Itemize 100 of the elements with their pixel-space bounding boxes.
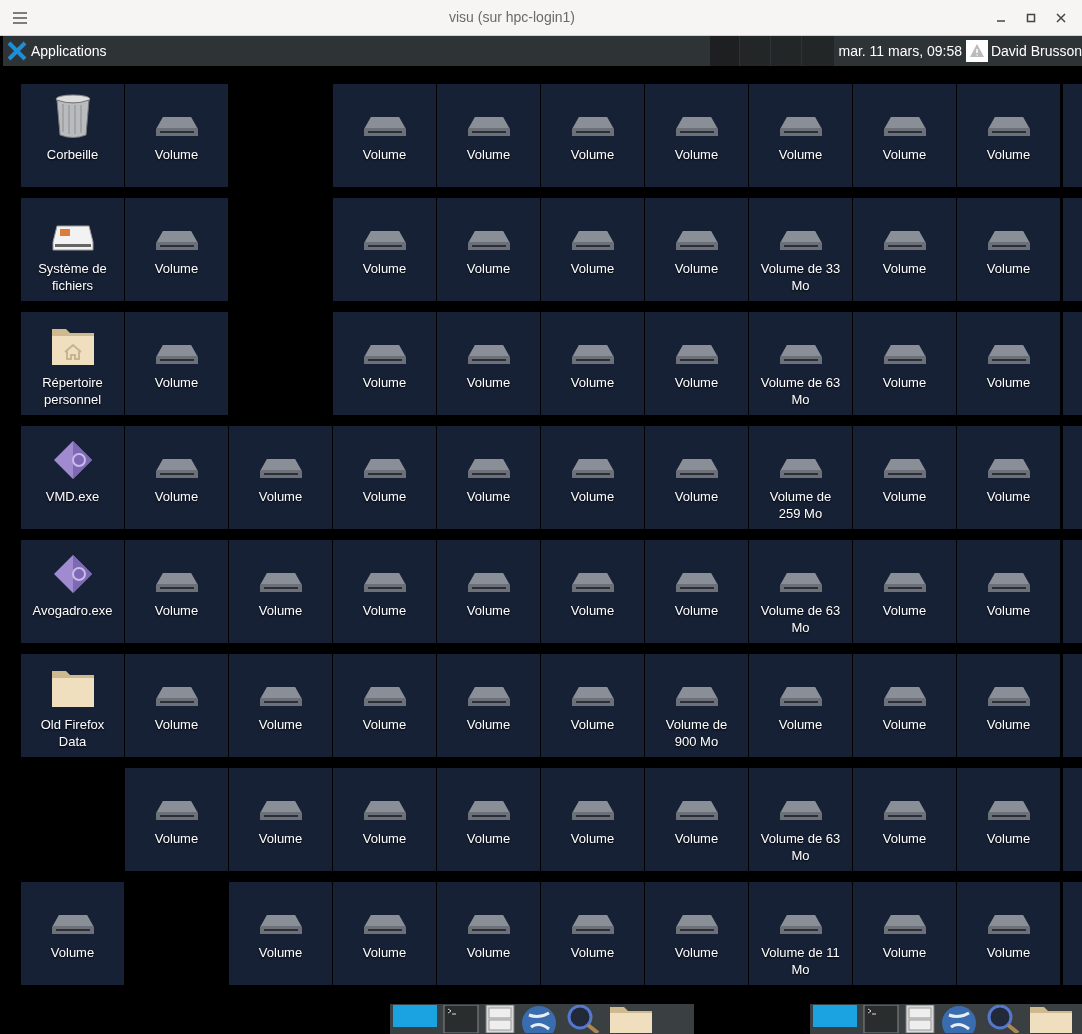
desktop-icon[interactable]: Volume	[645, 540, 748, 643]
desktop-icon[interactable]: Volume	[749, 654, 852, 757]
desktop-icon[interactable]: Volume	[229, 426, 332, 529]
icon-label: Volume	[569, 146, 616, 163]
desktop-icon[interactable]: Volume	[229, 768, 332, 871]
desktop-icon[interactable]: Volume	[853, 882, 956, 985]
desktop-icon[interactable]: Répertoire personnel	[21, 312, 124, 415]
desktop-icon[interactable]: Volume	[645, 768, 748, 871]
desktop-icon[interactable]: Volume	[333, 312, 436, 415]
desktop-icon[interactable]: Volume	[541, 312, 644, 415]
desktop-icon[interactable]: Volume	[437, 882, 540, 985]
desktop-icon[interactable]: Volume	[333, 654, 436, 757]
desktop-icon[interactable]: Volume	[229, 882, 332, 985]
desktop-icon[interactable]: Volume	[853, 426, 956, 529]
desktop-icon[interactable]: Volume	[541, 540, 644, 643]
desktop-icon[interactable]: Avogadro.exe	[21, 540, 124, 643]
desktop-icon[interactable]: Volume	[853, 768, 956, 871]
desktop-icon[interactable]: Volume	[957, 882, 1060, 985]
desktop-icon[interactable]: Volume	[437, 540, 540, 643]
desktop-icon[interactable]: Volume	[333, 84, 436, 187]
file-cabinet-icon[interactable]	[905, 1005, 935, 1033]
desktop-icon[interactable]: Volume	[853, 198, 956, 301]
desktop-icon[interactable]: Volume	[957, 768, 1060, 871]
folder-icon[interactable]	[609, 1005, 653, 1033]
desktop-icon[interactable]: Volume	[125, 768, 228, 871]
desktop-icon[interactable]: Volume	[957, 654, 1060, 757]
folder-icon[interactable]	[1029, 1005, 1073, 1033]
desktop-icon[interactable]: Volume	[125, 84, 228, 187]
desktop-icon[interactable]: Volume	[333, 540, 436, 643]
terminal-icon[interactable]	[863, 1005, 899, 1033]
desktop-icon[interactable]: Volume	[541, 84, 644, 187]
desktop-icon[interactable]: Volume	[437, 84, 540, 187]
desktop-icon[interactable]: Volume	[437, 312, 540, 415]
desktop-icon[interactable]: Volume	[333, 426, 436, 529]
desktop-icon[interactable]: Volume	[333, 882, 436, 985]
desktop-icon[interactable]: Volume	[541, 768, 644, 871]
workspace-switcher[interactable]	[710, 36, 835, 66]
desktop-icon[interactable]: Volume	[541, 654, 644, 757]
desktop-icon[interactable]: Old Firefox Data	[21, 654, 124, 757]
desktop-icon[interactable]: Volume	[957, 540, 1060, 643]
desktop-icon[interactable]: Volume	[125, 654, 228, 757]
desktop-icon[interactable]: Volume	[645, 198, 748, 301]
icon-label: Volume	[257, 944, 304, 961]
drive-icon	[466, 914, 511, 936]
desktop-icon[interactable]: Volume	[957, 426, 1060, 529]
desktop-icon[interactable]: Volume	[957, 312, 1060, 415]
desktop-icon[interactable]: Volume	[125, 540, 228, 643]
desktop-icon[interactable]: Volume	[437, 768, 540, 871]
desktop-icon[interactable]: Volume	[645, 882, 748, 985]
desktop-icon[interactable]: Volume	[853, 312, 956, 415]
window-title: visu (sur hpc-login1)	[448, 8, 576, 27]
desktop-icon[interactable]: Volume	[749, 84, 852, 187]
desktop-icon[interactable]: Volume de 63 Mo	[749, 540, 852, 643]
desktop-icon[interactable]: VMD.exe	[21, 426, 124, 529]
desktop-icon[interactable]: Volume	[853, 540, 956, 643]
desktop-icon[interactable]: Volume	[645, 312, 748, 415]
desktop-icon[interactable]: Volume	[437, 426, 540, 529]
desktop-icon[interactable]: Volume de 11 Mo	[749, 882, 852, 985]
desktop-icon[interactable]: Volume	[645, 426, 748, 529]
icon-label: Volume	[465, 374, 512, 391]
desktop-icon[interactable]: Volume	[125, 198, 228, 301]
desktop-icon[interactable]: Volume de 33 Mo	[749, 198, 852, 301]
desktop-icon[interactable]: Volume	[957, 84, 1060, 187]
desktop-icon[interactable]: Corbeille	[21, 84, 124, 187]
desktop-icon[interactable]: Volume	[541, 426, 644, 529]
maximize-icon[interactable]	[1026, 12, 1036, 23]
desktop-icon[interactable]: Volume	[437, 198, 540, 301]
user-name[interactable]: David Brusson	[990, 40, 1082, 62]
desktop-icon[interactable]: Volume de 63 Mo	[749, 312, 852, 415]
drive-icon	[466, 230, 511, 252]
desktop-icon[interactable]: Volume	[21, 882, 124, 985]
close-icon[interactable]	[1056, 12, 1066, 23]
globe-icon[interactable]	[521, 1005, 557, 1033]
desktop-icon[interactable]: Volume de 63 Mo	[749, 768, 852, 871]
desktop-icon[interactable]: Volume	[229, 540, 332, 643]
clock[interactable]: mar. 11 mars, 09:58	[838, 40, 962, 62]
desktop-icon[interactable]: Volume	[541, 882, 644, 985]
desktop-icon[interactable]: Volume	[645, 84, 748, 187]
desktop-icon[interactable]: Volume	[853, 84, 956, 187]
file-cabinet-icon[interactable]	[485, 1005, 515, 1033]
menu-icon[interactable]	[12, 10, 28, 25]
desktop-icon[interactable]: Volume de 259 Mo	[749, 426, 852, 529]
icon-label: Volume	[361, 830, 408, 847]
icon-label: Volume	[465, 830, 512, 847]
drive-icon	[466, 116, 511, 138]
desktop-icon[interactable]: Volume	[125, 426, 228, 529]
desktop-icon[interactable]: Volume de 900 Mo	[645, 654, 748, 757]
terminal-icon[interactable]	[443, 1005, 479, 1033]
applications-menu[interactable]: Applications	[3, 36, 115, 66]
desktop-icon[interactable]: Volume	[437, 654, 540, 757]
desktop-icon[interactable]: Volume	[957, 198, 1060, 301]
desktop-icon[interactable]: Volume	[333, 768, 436, 871]
desktop-icon[interactable]: Volume	[333, 198, 436, 301]
desktop-icon[interactable]: Volume	[541, 198, 644, 301]
desktop-icon[interactable]: Volume	[125, 312, 228, 415]
desktop-icon[interactable]: Système de fichiers	[21, 198, 124, 301]
globe-icon[interactable]	[941, 1005, 977, 1033]
drive-icon	[986, 230, 1031, 252]
desktop-icon[interactable]: Volume	[853, 654, 956, 757]
desktop-icon[interactable]: Volume	[229, 654, 332, 757]
